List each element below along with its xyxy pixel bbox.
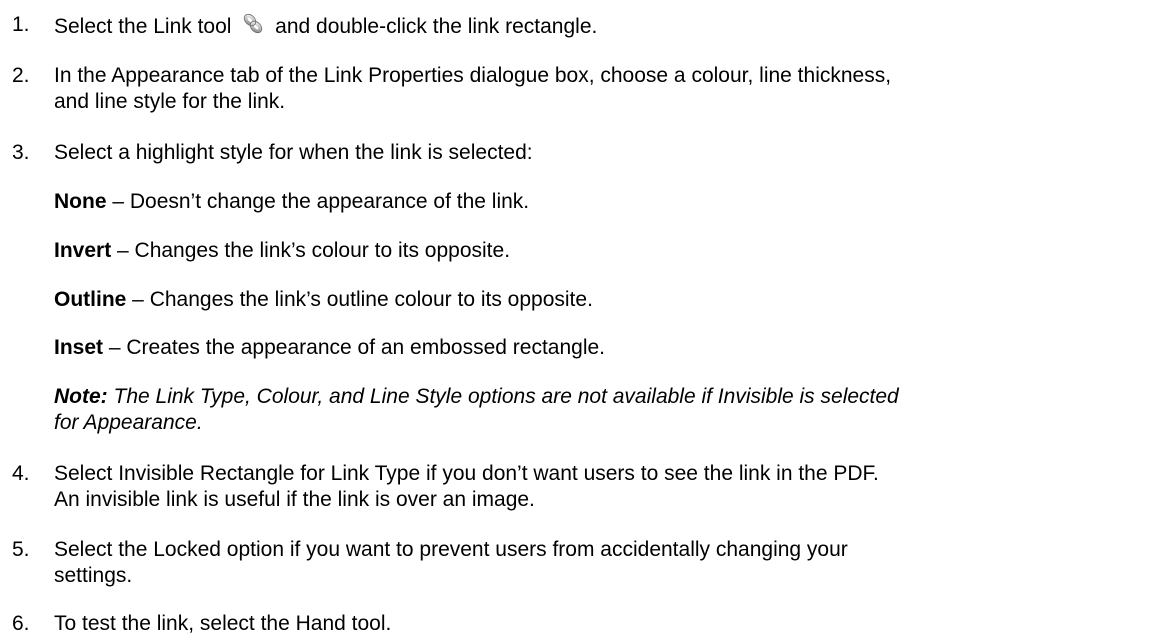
step-text: Select the Locked option if you want to … — [54, 537, 1170, 589]
step-line: In the Appearance tab of the Link Proper… — [54, 64, 892, 87]
note: Note: The Link Type, Colour, and Line St… — [54, 384, 1172, 436]
option-description: – Doesn’t change the appearance of the l… — [106, 190, 530, 213]
highlight-option-none: None – Doesn’t change the appearance of … — [54, 189, 1172, 215]
option-term: None — [54, 190, 107, 213]
step-line: An invisible link is useful if the link … — [54, 488, 535, 511]
step-text: To test the link, select the Hand tool. — [54, 612, 392, 635]
step-line: settings. — [54, 564, 133, 587]
step-text-part: and double-click the link rectangle. — [275, 15, 598, 38]
step-text: Select the Link tool and double-click th… — [54, 12, 1170, 40]
note-label: Note: — [54, 385, 108, 408]
note-text: The Link Type, Colour, and Line Style op… — [107, 385, 899, 408]
option-term: Invert — [54, 239, 112, 262]
step-text: Select Invisible Rectangle for Link Type… — [54, 461, 1170, 513]
step-number: 4. — [12, 462, 30, 485]
document-page: 1. Select the Link tool and double-click… — [0, 0, 1172, 635]
highlight-option-inset: Inset – Creates the appearance of an emb… — [54, 335, 1172, 361]
step-number: 6. — [12, 612, 30, 635]
step-number: 3. — [12, 141, 30, 164]
step-number: 5. — [12, 538, 30, 561]
option-term: Inset — [54, 336, 104, 359]
option-description: – Creates the appearance of an embossed … — [103, 336, 606, 359]
step-number: 1. — [12, 13, 30, 36]
step-line: Select Invisible Rectangle for Link Type… — [54, 462, 879, 485]
note-line: Note: The Link Type, Colour, and Line St… — [54, 384, 1172, 410]
highlight-option-invert: Invert – Changes the link’s colour to it… — [54, 238, 1172, 264]
step-line: Select the Locked option if you want to … — [54, 538, 848, 561]
step-text: Select a highlight style for when the li… — [54, 141, 533, 164]
step-text-part: Select the Link tool — [54, 15, 232, 38]
option-term: Outline — [54, 288, 127, 311]
step-text: In the Appearance tab of the Link Proper… — [54, 63, 1170, 115]
option-description: – Changes the link’s outline colour to i… — [126, 288, 593, 311]
link-icon — [241, 12, 265, 36]
step-number: 2. — [12, 64, 30, 87]
note-line: for Appearance. — [54, 411, 203, 434]
highlight-option-outline: Outline – Changes the link’s outline col… — [54, 287, 1172, 313]
step-line: and line style for the link. — [54, 90, 286, 113]
option-description: – Changes the link’s colour to its oppos… — [111, 239, 511, 262]
